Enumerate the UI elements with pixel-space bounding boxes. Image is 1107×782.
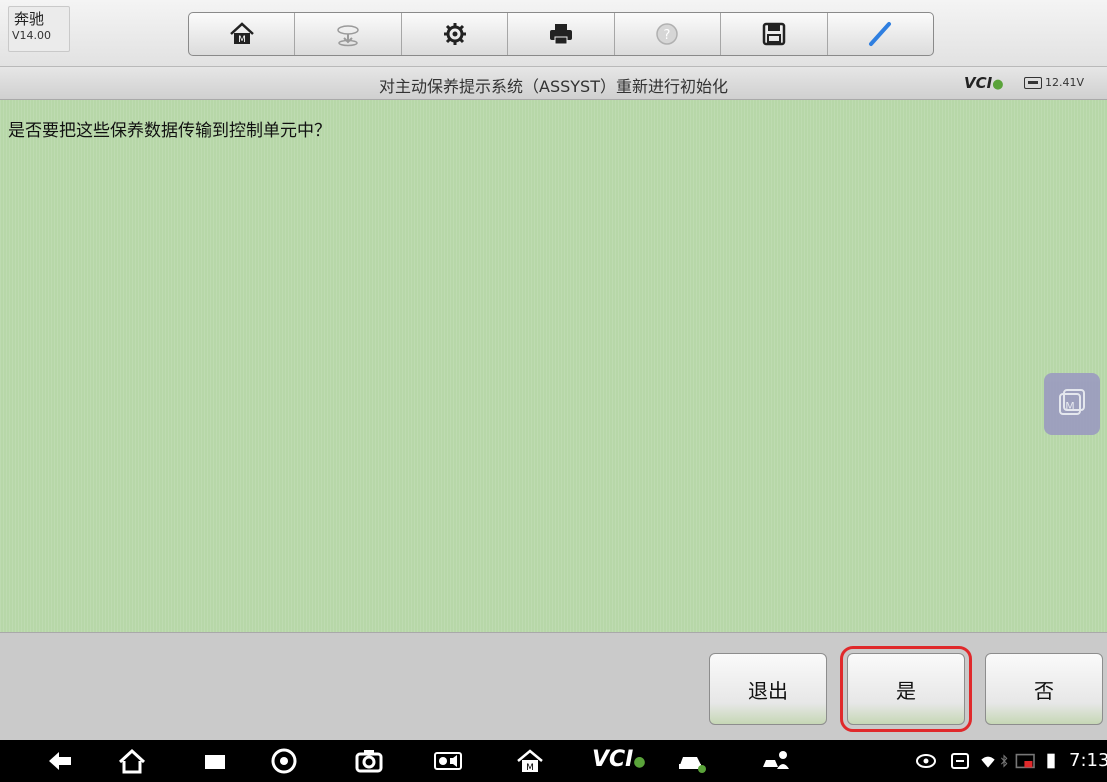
android-home-icon	[118, 748, 146, 774]
diag-home-button[interactable]: M	[514, 746, 546, 776]
save-icon	[762, 22, 786, 46]
storage-alert-icon	[1015, 753, 1035, 769]
no-button[interactable]: 否	[985, 653, 1103, 725]
visibility-status	[910, 746, 942, 776]
vehicle-icon	[679, 757, 706, 773]
yes-button[interactable]: 是	[840, 646, 972, 732]
printer-icon	[549, 24, 572, 45]
vci-connected-icon: ●	[992, 77, 1004, 92]
recent-apps-button[interactable]	[199, 746, 231, 776]
device-battery-icon	[1047, 753, 1055, 769]
eye-icon	[916, 754, 936, 768]
browser-button[interactable]	[268, 746, 300, 776]
help-icon: ?	[656, 23, 679, 45]
camera-icon	[355, 750, 383, 773]
svg-text:M: M	[526, 763, 534, 773]
settings-button[interactable]	[402, 13, 509, 55]
content-area: 是否要把这些保养数据传输到控制单元中？ M	[0, 100, 1107, 632]
vci-nav-button[interactable]: VCI●	[592, 747, 646, 772]
floating-menu-icon: M	[1059, 389, 1085, 415]
top-header: 奔驰 V14.00 M ?	[0, 0, 1107, 66]
vci-status: VCI●	[964, 74, 1004, 92]
home-nav-button[interactable]	[116, 746, 148, 776]
vci-nav-label: VCI	[592, 747, 634, 772]
battery-voltage: 12.41V	[1024, 76, 1084, 89]
vehicle-lift-button[interactable]	[295, 13, 402, 55]
voltage-value: 12.41V	[1045, 76, 1085, 89]
bluetooth-status	[996, 746, 1012, 776]
floating-menu-button[interactable]: M	[1044, 373, 1100, 435]
camera-button[interactable]	[353, 746, 385, 776]
brightness-volume-icon	[434, 752, 462, 770]
device-battery-status	[1040, 746, 1062, 776]
remote-support-icon	[763, 751, 789, 769]
brand-name: 奔驰	[14, 10, 45, 28]
storage-status	[1014, 746, 1038, 776]
screen-brightness-button[interactable]	[432, 746, 464, 776]
browser-icon	[271, 748, 297, 774]
recent-apps-icon	[205, 755, 225, 769]
svg-text:M: M	[238, 35, 246, 45]
vehicle-nav-button[interactable]	[676, 746, 708, 776]
print-button[interactable]	[508, 13, 615, 55]
battery-icon	[1024, 76, 1042, 89]
edit-button[interactable]	[828, 13, 933, 55]
vehicle-lift-icon	[337, 25, 359, 47]
back-arrow-icon	[49, 752, 71, 770]
page-title: 对主动保养提示系统（ASSYST）重新进行初始化	[379, 77, 728, 96]
exit-button[interactable]: 退出	[709, 653, 827, 725]
wifi-status	[978, 746, 998, 776]
wifi-icon	[981, 756, 995, 768]
back-button[interactable]	[44, 746, 76, 776]
system-clock: 7:13	[1069, 750, 1107, 771]
remote-support-button[interactable]	[760, 746, 792, 776]
home-icon: M	[229, 22, 254, 45]
system-nav-bar: M VCI● 7:13	[0, 740, 1107, 782]
diag-home-icon: M	[517, 749, 543, 773]
help-button[interactable]: ?	[615, 13, 722, 55]
bluetooth-icon	[1000, 754, 1008, 768]
pen-icon	[869, 22, 892, 46]
connection-icon	[951, 753, 969, 769]
save-button[interactable]	[721, 13, 828, 55]
connection-status	[944, 746, 976, 776]
main-toolbar: M ?	[188, 12, 934, 56]
svg-text:?: ?	[664, 28, 671, 43]
brand-version: V14.00	[12, 29, 52, 42]
settings-gear-icon	[443, 23, 466, 45]
vci-nav-status-icon: ●	[633, 754, 646, 770]
vci-label: VCI	[964, 74, 993, 92]
home-button[interactable]: M	[189, 13, 296, 55]
svg-text:M: M	[1065, 400, 1075, 413]
prompt-question: 是否要把这些保养数据传输到控制单元中？	[8, 121, 331, 141]
action-bar: 退出 是 否	[0, 632, 1107, 740]
title-bar: 对主动保养提示系统（ASSYST）重新进行初始化 VCI● 12.41V	[0, 66, 1107, 100]
